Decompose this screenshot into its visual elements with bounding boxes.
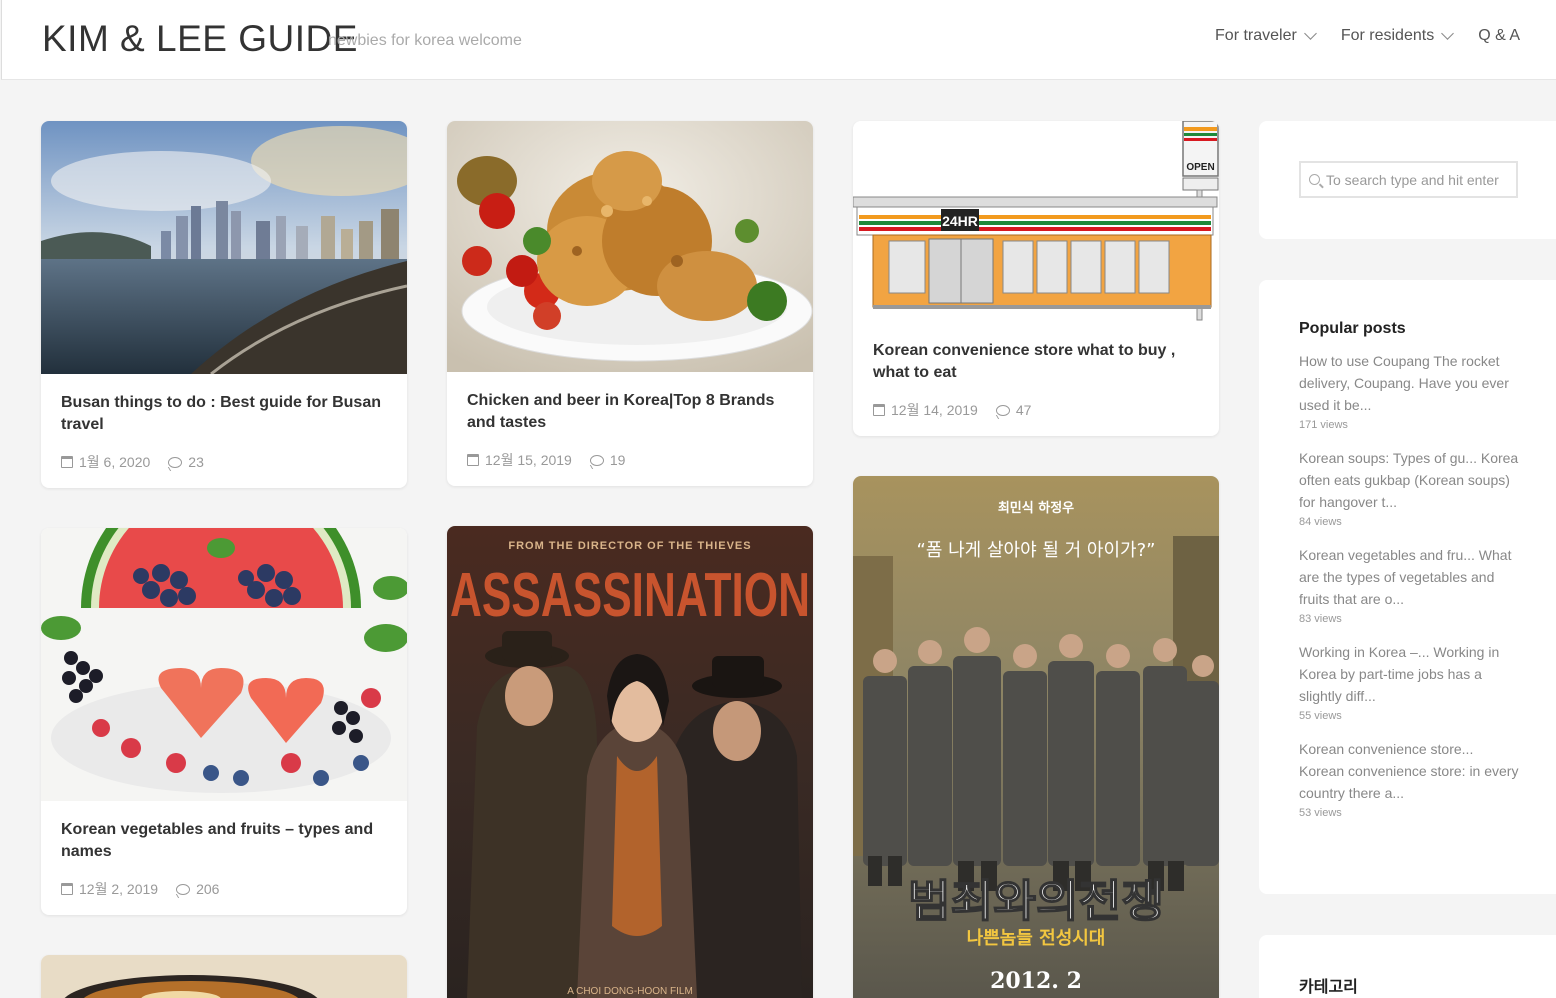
post-thumbnail[interactable]: OPEN 24HR bbox=[853, 121, 1219, 322]
popular-post-views: 83 views bbox=[1299, 613, 1342, 625]
post-card-nameless-gangster[interactable]: 최민식 하정우 “폼 나게 살아야 될 거 아이가?” 범죄와의전쟁 나쁜놈들 … bbox=[853, 476, 1219, 998]
post-title[interactable]: Korean convenience store what to buy , w… bbox=[873, 340, 1199, 384]
assassination-poster: FROM THE DIRECTOR OF THE THIEVES ASSASSI… bbox=[447, 526, 813, 998]
comment-count: 19 bbox=[609, 452, 626, 468]
nav-item-for-traveler[interactable]: For traveler bbox=[1215, 27, 1317, 45]
popular-post-text[interactable]: Korean convenience store... Korean conve… bbox=[1299, 738, 1521, 804]
store-24hr-sign: 24HR bbox=[942, 213, 978, 229]
post-thumbnail[interactable]: FROM THE DIRECTOR OF THE THIEVES ASSASSI… bbox=[447, 526, 813, 998]
post-thumbnail[interactable] bbox=[41, 955, 407, 998]
date-text: 12월 2, 2019 bbox=[79, 881, 159, 897]
comment-icon bbox=[589, 454, 604, 466]
comment-icon bbox=[995, 404, 1010, 416]
search-box[interactable] bbox=[1299, 161, 1518, 198]
poster-tagline: FROM THE DIRECTOR OF THE THIEVES bbox=[508, 540, 751, 552]
post-title[interactable]: Chicken and beer in Korea|Top 8 Brands a… bbox=[467, 390, 793, 434]
popular-post-views: 171 views bbox=[1299, 419, 1348, 431]
site-header: KIM & LEE GUIDE newbies for korea welcom… bbox=[1, 0, 1556, 80]
site-logo[interactable]: KIM & LEE GUIDE bbox=[42, 18, 358, 60]
popular-post-item[interactable]: Korean soups: Types of gu... Korea often… bbox=[1299, 447, 1518, 528]
post-comments[interactable]: 23 bbox=[168, 454, 204, 470]
comment-count: 47 bbox=[1015, 402, 1032, 418]
poster-title: ASSASSINATION bbox=[450, 561, 810, 630]
popular-post-item[interactable]: Working in Korea –... Working in Korea b… bbox=[1299, 641, 1516, 722]
search-widget bbox=[1259, 121, 1556, 239]
post-date: 12월 2, 2019 bbox=[61, 879, 158, 899]
post-thumbnail[interactable] bbox=[447, 121, 813, 372]
comment-icon bbox=[176, 883, 191, 895]
date-text: 12월 14, 2019 bbox=[891, 402, 978, 418]
post-card-vegetables-fruits[interactable]: Korean vegetables and fruits – types and… bbox=[41, 528, 407, 915]
site-tagline: newbies for korea welcome bbox=[328, 32, 522, 49]
post-card-convenience-store[interactable]: OPEN 24HR Korean convenience store what … bbox=[853, 121, 1219, 436]
post-card-chicken[interactable]: Chicken and beer in Korea|Top 8 Brands a… bbox=[447, 121, 813, 486]
post-card-partial[interactable] bbox=[41, 955, 407, 998]
date-text: 12월 15, 2019 bbox=[485, 452, 572, 468]
comment-count: 206 bbox=[196, 881, 220, 897]
post-comments[interactable]: 206 bbox=[176, 881, 219, 897]
search-icon bbox=[1309, 174, 1320, 185]
poster-subtitle: 나쁜놈들 전성시대 bbox=[967, 928, 1106, 949]
search-input[interactable] bbox=[1326, 171, 1506, 188]
post-card-busan[interactable]: Busan things to do : Best guide for Busa… bbox=[41, 121, 407, 488]
store-open-sign: OPEN bbox=[1186, 162, 1214, 173]
popular-post-text[interactable]: How to use Coupang The rocket delivery, … bbox=[1299, 350, 1521, 416]
nav-label: Q & A bbox=[1478, 27, 1520, 44]
popular-post-text[interactable]: Korean soups: Types of gu... Korea often… bbox=[1299, 447, 1521, 513]
poster-credit: A CHOI DONG-HOON FILM bbox=[567, 986, 693, 997]
post-thumbnail[interactable] bbox=[41, 528, 407, 801]
nav-label: For traveler bbox=[1215, 27, 1297, 44]
post-date: 12월 15, 2019 bbox=[467, 450, 572, 470]
store-illustration: OPEN 24HR bbox=[853, 121, 1219, 321]
chevron-down-icon bbox=[1303, 27, 1317, 40]
popular-posts-list: How to use Coupang The rocket delivery, … bbox=[1299, 350, 1518, 819]
categories-title: 카테고리 bbox=[1299, 977, 1358, 996]
popular-post-text[interactable]: Korean vegetables and fru... What are th… bbox=[1299, 544, 1521, 610]
chicken-photo bbox=[447, 121, 813, 372]
popular-post-views: 55 views bbox=[1299, 710, 1342, 722]
chevron-down-icon bbox=[1441, 27, 1455, 40]
nav-label: For residents bbox=[1340, 27, 1435, 44]
calendar-icon bbox=[873, 404, 885, 416]
popular-posts-title: Popular posts bbox=[1299, 320, 1406, 337]
post-comments[interactable]: 47 bbox=[995, 402, 1032, 418]
popular-post-item[interactable]: How to use Coupang The rocket delivery, … bbox=[1299, 350, 1516, 431]
post-date: 12월 14, 2019 bbox=[873, 400, 978, 420]
poster-quote: “폼 나게 살아야 될 거 아이가?” bbox=[917, 540, 1156, 561]
food-photo bbox=[41, 955, 407, 998]
popular-post-item[interactable]: Korean vegetables and fru... What are th… bbox=[1299, 544, 1516, 625]
post-title[interactable]: Korean vegetables and fruits – types and… bbox=[61, 819, 387, 863]
calendar-icon bbox=[61, 883, 73, 895]
post-card-assassination[interactable]: FROM THE DIRECTOR OF THE THIEVES ASSASSI… bbox=[447, 526, 813, 998]
main-nav: For traveler For residents Q & A bbox=[1215, 27, 1520, 45]
poster-release-date: 2012. 2 bbox=[990, 968, 1082, 994]
calendar-icon bbox=[467, 454, 479, 466]
popular-post-views: 53 views bbox=[1299, 807, 1342, 819]
categories-widget: 카테고리 bbox=[1259, 935, 1556, 998]
busan-photo bbox=[41, 121, 407, 374]
comment-icon bbox=[168, 456, 183, 468]
post-title[interactable]: Busan things to do : Best guide for Busa… bbox=[61, 392, 387, 436]
nav-item-qa[interactable]: Q & A bbox=[1478, 27, 1520, 45]
poster-title-korean: 범죄와의전쟁 bbox=[908, 876, 1164, 927]
fruits-photo bbox=[41, 528, 407, 801]
popular-posts-widget: Popular posts How to use Coupang The roc… bbox=[1259, 280, 1556, 894]
post-date: 1월 6, 2020 bbox=[61, 452, 150, 472]
date-text: 1월 6, 2020 bbox=[79, 454, 151, 470]
popular-post-text[interactable]: Working in Korea –... Working in Korea b… bbox=[1299, 641, 1521, 707]
poster-cast: 최민식 하정우 bbox=[998, 500, 1074, 516]
popular-post-item[interactable]: Korean convenience store... Korean conve… bbox=[1299, 738, 1518, 819]
post-thumbnail[interactable] bbox=[41, 121, 407, 374]
post-comments[interactable]: 19 bbox=[589, 452, 626, 468]
popular-post-views: 84 views bbox=[1299, 516, 1342, 528]
gangster-poster: 최민식 하정우 “폼 나게 살아야 될 거 아이가?” 범죄와의전쟁 나쁜놈들 … bbox=[853, 476, 1219, 998]
calendar-icon bbox=[61, 456, 73, 468]
nav-item-for-residents[interactable]: For residents bbox=[1340, 27, 1455, 45]
comment-count: 23 bbox=[188, 454, 204, 470]
post-thumbnail[interactable]: 최민식 하정우 “폼 나게 살아야 될 거 아이가?” 범죄와의전쟁 나쁜놈들 … bbox=[853, 476, 1219, 998]
